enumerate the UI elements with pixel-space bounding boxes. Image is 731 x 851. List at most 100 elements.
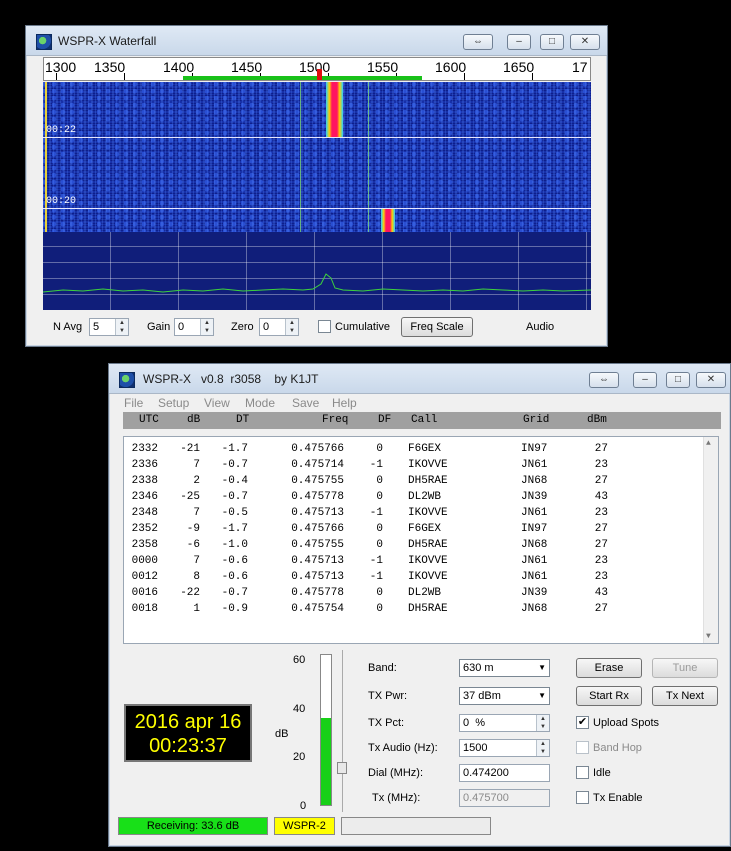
- cell-dbm: 27: [594, 443, 608, 455]
- close-button[interactable]: ✕: [696, 372, 726, 388]
- band-select[interactable]: 630 m ▼: [459, 659, 550, 677]
- cell-db: 7: [193, 459, 200, 471]
- txpct-value: 0 %: [463, 717, 486, 729]
- menu-view[interactable]: View: [204, 396, 230, 410]
- table-row[interactable]: 2336 7 -0.7 0.475714 -1 IKOVVE JN61 23: [124, 458, 704, 474]
- menu-save[interactable]: Save: [292, 396, 319, 410]
- cell-df: -1: [369, 571, 383, 583]
- tx-frequency-label: Tx (MHz):: [372, 792, 421, 804]
- table-row[interactable]: 0000 7 -0.6 0.475713 -1 IKOVVE JN61 23: [124, 554, 704, 570]
- rx-level-slider-handle[interactable]: [337, 762, 347, 774]
- wspr-app-icon: [119, 372, 135, 388]
- zero-spinbox[interactable]: 0 ▲ ▼: [259, 318, 299, 336]
- cell-dbm: 27: [594, 523, 608, 535]
- upload-spots-checkbox[interactable]: ✔: [576, 716, 589, 729]
- minimize-button[interactable]: –: [633, 372, 657, 388]
- cell-freq: 0.475766: [291, 523, 344, 535]
- cell-utc: 2352: [131, 523, 158, 535]
- cell-db: -21: [180, 443, 200, 455]
- cell-freq: 0.475755: [291, 539, 344, 551]
- main-titlebar[interactable]: WSPR-X v0.8 r3058 by K1JT ⇔ – □ ✕: [109, 364, 730, 394]
- waterfall-titlebar[interactable]: WSPR-X Waterfall ⇔ – □ ✕: [26, 26, 607, 56]
- txpwr-select[interactable]: 37 dBm ▼: [459, 687, 550, 705]
- table-row[interactable]: 2352 -9 -1.7 0.475766 0 F6GEX IN97 27: [124, 522, 704, 538]
- mode-status: WSPR-2: [274, 817, 335, 835]
- tune-button[interactable]: Tune: [652, 658, 718, 678]
- meter-scale-label: 40: [293, 703, 306, 715]
- cell-dt: -1.0: [221, 539, 248, 551]
- menu-help[interactable]: Help: [332, 396, 357, 410]
- wspr-app-icon: [36, 34, 52, 50]
- menu-mode[interactable]: Mode: [245, 396, 275, 410]
- dial-frequency-input[interactable]: 0.474200: [459, 764, 550, 782]
- cell-dt: -0.6: [221, 555, 248, 567]
- navg-spinbox[interactable]: 5 ▲ ▼: [89, 318, 129, 336]
- scroll-up-icon[interactable]: ▲: [706, 439, 711, 448]
- spin-arrows-icon[interactable]: ▲ ▼: [536, 740, 549, 756]
- spin-arrows-icon[interactable]: ▲ ▼: [285, 319, 298, 335]
- band-hop-label: Band Hop: [593, 742, 642, 754]
- tx-enable-checkbox[interactable]: [576, 791, 589, 804]
- swap-window-button[interactable]: ⇔: [589, 372, 619, 388]
- spin-arrows-icon[interactable]: ▲ ▼: [115, 319, 128, 335]
- tx-next-button[interactable]: Tx Next: [652, 686, 718, 706]
- gain-spinbox[interactable]: 0 ▲ ▼: [174, 318, 214, 336]
- menu-setup[interactable]: Setup: [158, 396, 189, 410]
- column-header-dt: DT: [236, 414, 250, 426]
- txaudio-spinbox[interactable]: 1500 ▲ ▼: [459, 739, 550, 757]
- cell-utc: 2336: [131, 459, 158, 471]
- idle-checkbox[interactable]: [576, 766, 589, 779]
- band-hop-checkbox[interactable]: [576, 741, 589, 754]
- cell-call: IKOVVE: [408, 507, 448, 519]
- meter-scale-label: 20: [293, 751, 306, 763]
- meter-unit-label: dB: [275, 728, 289, 740]
- cumulative-checkbox[interactable]: [318, 320, 331, 333]
- table-row[interactable]: 0012 8 -0.6 0.475713 -1 IKOVVE JN61 23: [124, 570, 704, 586]
- erase-button[interactable]: Erase: [576, 658, 642, 678]
- column-header-db: dB: [187, 414, 201, 426]
- table-row[interactable]: 2348 7 -0.5 0.475713 -1 IKOVVE JN61 23: [124, 506, 704, 522]
- cell-call: DL2WB: [408, 491, 442, 503]
- frequency-scale[interactable]: 1300 1350 1400 1450 1500 1550 1600 1650 …: [43, 57, 591, 81]
- cell-grid: JN68: [521, 475, 548, 487]
- cell-dt: -0.7: [221, 587, 248, 599]
- cell-grid: JN61: [521, 507, 548, 519]
- tx-frequency-marker: [317, 69, 322, 80]
- table-row[interactable]: 2346 -25 -0.7 0.475778 0 DL2WB JN39 43: [124, 490, 704, 506]
- maximize-button[interactable]: □: [540, 34, 564, 50]
- decode-list[interactable]: ▲ ▼ 2332 -21 -1.7 0.475766 0 F6GEX IN97 27 2336 7…: [123, 436, 719, 644]
- spin-arrows-icon[interactable]: ▲ ▼: [536, 715, 549, 731]
- minimize-button[interactable]: –: [507, 34, 531, 50]
- cell-call: IKOVVE: [408, 571, 448, 583]
- spin-arrows-icon[interactable]: ▲ ▼: [200, 319, 213, 335]
- table-row[interactable]: 2358 -6 -1.0 0.475755 0 DH5RAE JN68 27: [124, 538, 704, 554]
- chevron-down-icon: ▼: [538, 663, 546, 672]
- cell-freq: 0.475766: [291, 443, 344, 455]
- tx-frequency-input[interactable]: 0.475700: [459, 789, 550, 807]
- table-row[interactable]: 2332 -21 -1.7 0.475766 0 F6GEX IN97 27: [124, 442, 704, 458]
- cell-call: IKOVVE: [408, 555, 448, 567]
- cell-df: 0: [376, 443, 383, 455]
- table-row[interactable]: 0016 -22 -0.7 0.475778 0 DL2WB JN39 43: [124, 586, 704, 602]
- swap-window-button[interactable]: ⇔: [463, 34, 493, 50]
- cell-call: F6GEX: [408, 523, 442, 535]
- scale-label: 1550: [367, 59, 399, 75]
- close-button[interactable]: ✕: [570, 34, 600, 50]
- spectrum-display[interactable]: [43, 232, 591, 310]
- waterfall-display[interactable]: 00:22 00:20: [43, 82, 591, 232]
- start-rx-button[interactable]: Start Rx: [576, 686, 642, 706]
- maximize-button[interactable]: □: [666, 372, 690, 388]
- freq-scale-button[interactable]: Freq Scale: [401, 317, 473, 337]
- waterfall-freq-line: [368, 82, 369, 232]
- rx-level-slider-track[interactable]: [342, 650, 343, 812]
- signal-level-meter: [320, 654, 332, 806]
- scroll-down-icon[interactable]: ▼: [706, 632, 711, 641]
- menu-bar: File Setup View Mode Save Help: [109, 394, 730, 412]
- menu-file[interactable]: File: [124, 396, 143, 410]
- txpct-spinbox[interactable]: 0 % ▲ ▼: [459, 714, 550, 732]
- decode-list-scrollbar[interactable]: ▲ ▼: [703, 437, 718, 643]
- table-row[interactable]: 2338 2 -0.4 0.475755 0 DH5RAE JN68 27: [124, 474, 704, 490]
- cell-grid: JN68: [521, 603, 548, 615]
- cell-dt: -1.7: [221, 443, 248, 455]
- table-row[interactable]: 0018 1 -0.9 0.475754 0 DH5RAE JN68 27: [124, 602, 704, 618]
